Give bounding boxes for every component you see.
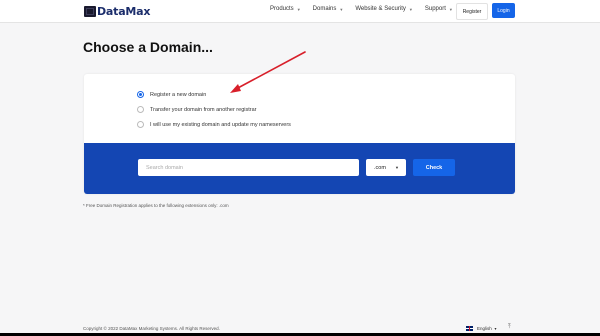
- logo[interactable]: DataMax: [84, 4, 151, 18]
- nav-website-security[interactable]: Website & Security ▼: [355, 6, 413, 12]
- register-button[interactable]: Register: [456, 3, 488, 20]
- arrow-up-icon[interactable]: ⤒: [508, 324, 511, 331]
- radio-transfer[interactable]: [137, 106, 144, 113]
- search-panel: .com ▼ Check: [84, 143, 515, 194]
- chevron-down-icon: ▼: [296, 6, 301, 12]
- nav-products[interactable]: Products ▼: [270, 6, 301, 12]
- logo-text: DataMax: [97, 4, 151, 18]
- header: DataMax Products ▼ Domains ▼ Website & S…: [0, 0, 600, 23]
- language-selector[interactable]: English ▼: [466, 326, 497, 331]
- nav-label: Support: [424, 6, 446, 12]
- radio-register[interactable]: [137, 91, 144, 98]
- nav-label: Domains: [312, 6, 337, 12]
- tld-select[interactable]: .com ▼: [366, 159, 406, 176]
- option-label: Register a new domain: [150, 91, 207, 98]
- footer-copyright: Copyright © 2022 DataMax Marketing Syste…: [83, 326, 220, 331]
- domain-options: Register a new domain Transfer your doma…: [137, 87, 291, 132]
- main-nav: Products ▼ Domains ▼ Website & Security …: [270, 6, 465, 12]
- check-button[interactable]: Check: [413, 159, 455, 176]
- logo-icon: [84, 5, 96, 17]
- uk-flag-icon: [466, 326, 473, 331]
- chevron-down-icon: ▼: [493, 326, 498, 331]
- option-register[interactable]: Register a new domain: [137, 87, 291, 102]
- chevron-down-icon: ▼: [339, 6, 344, 12]
- option-transfer[interactable]: Transfer your domain from another regist…: [137, 102, 291, 117]
- chevron-down-icon: ▼: [408, 6, 413, 12]
- radio-existing[interactable]: [137, 121, 144, 128]
- option-existing[interactable]: I will use my existing domain and update…: [137, 117, 291, 132]
- chevron-down-icon: ▼: [395, 165, 399, 170]
- tld-value: .com: [374, 164, 386, 171]
- domain-card: Register a new domain Transfer your doma…: [84, 74, 515, 194]
- option-label: I will use my existing domain and update…: [150, 121, 291, 128]
- chevron-down-icon: ▼: [448, 6, 453, 12]
- option-label: Transfer your domain from another regist…: [150, 106, 257, 113]
- page: DataMax Products ▼ Domains ▼ Website & S…: [0, 0, 600, 336]
- search-input[interactable]: [138, 159, 359, 176]
- nav-domains[interactable]: Domains ▼: [313, 6, 344, 12]
- page-title: Choose a Domain...: [83, 39, 213, 55]
- language-label: English: [477, 326, 492, 331]
- login-button[interactable]: Login: [492, 3, 515, 18]
- nav-label: Products: [270, 6, 294, 12]
- free-domain-note: * Free Domain Registration applies to th…: [83, 203, 229, 208]
- nav-label: Website & Security: [355, 6, 406, 12]
- nav-support[interactable]: Support ▼: [425, 6, 453, 12]
